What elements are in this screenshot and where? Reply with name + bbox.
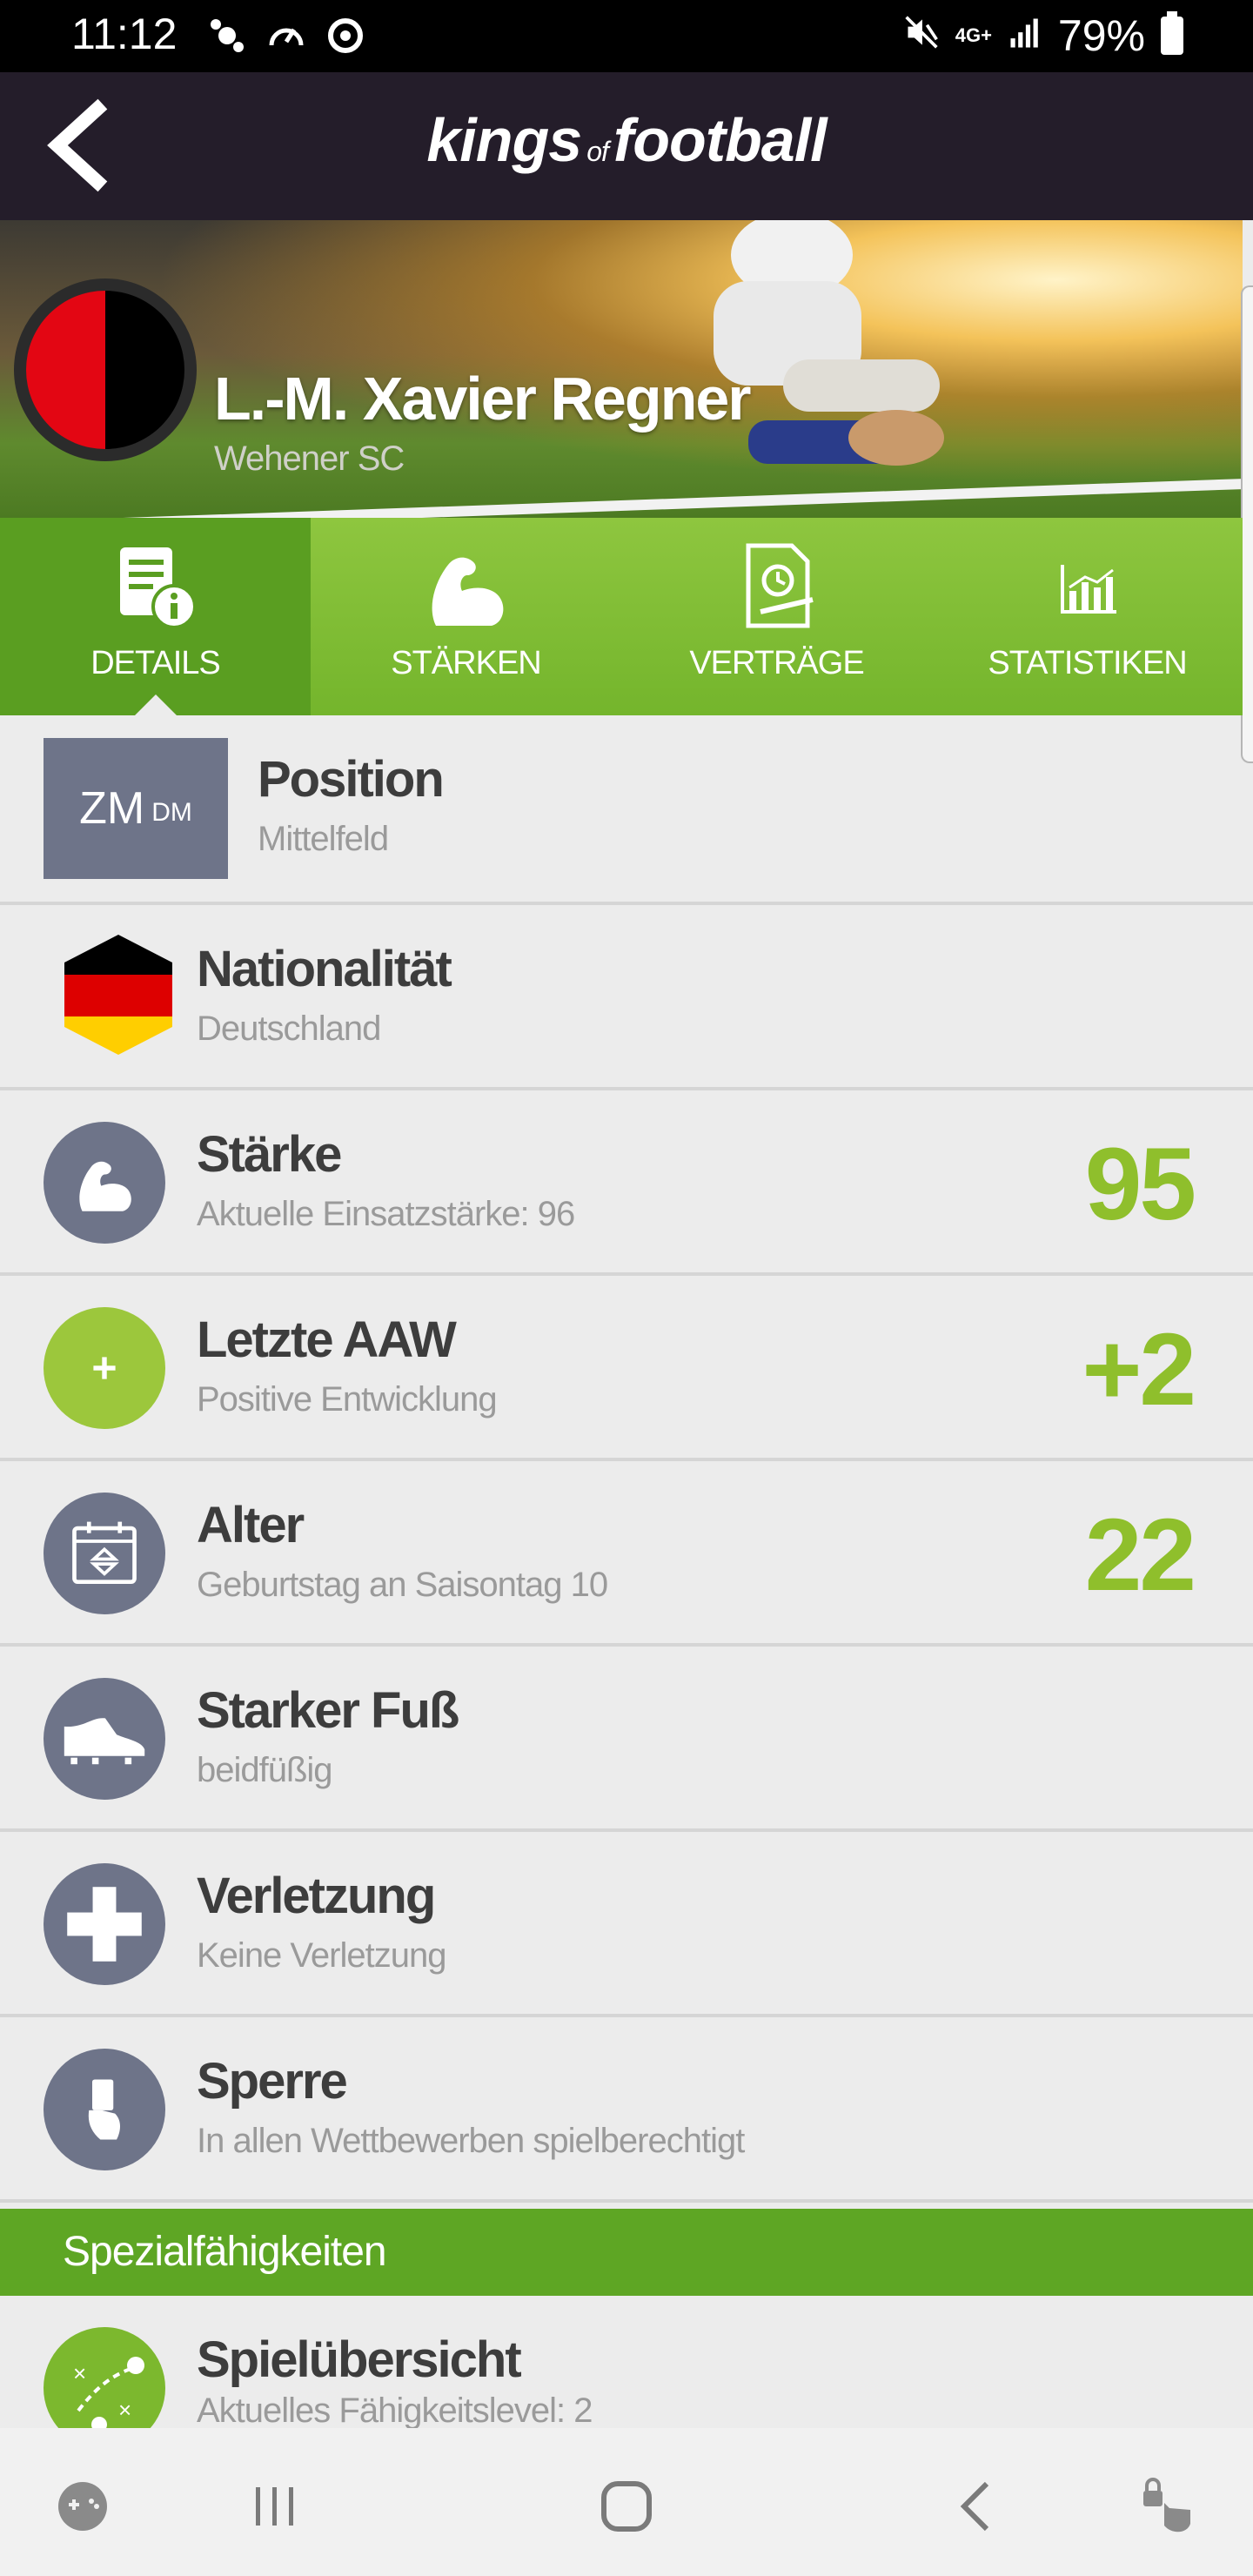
club-badge [14, 278, 197, 461]
nationality-title: Nationalität [197, 941, 452, 997]
last-aaw-subtitle: Positive Entwicklung [197, 1380, 498, 1419]
game-launcher-icon[interactable] [48, 2472, 117, 2541]
logo-kings: kings [426, 106, 582, 174]
age-title: Alter [197, 1497, 305, 1553]
battery-icon [1161, 11, 1183, 55]
suspension-title: Sperre [197, 2053, 348, 2110]
side-drawer-handle[interactable] [1241, 285, 1253, 763]
position-badge: ZM DM [44, 738, 228, 879]
list-item-position[interactable]: ZM DM Position Mittelfeld [0, 715, 1253, 905]
bar-chart-icon [1060, 565, 1116, 614]
list-item-last-aaw[interactable]: Letzte AAW Positive Entwicklung +2 [0, 1276, 1253, 1461]
club-name[interactable]: Wehener SC [214, 439, 405, 479]
list-item-age[interactable]: Alter Geburtstag an Saisontag 10 22 [0, 1461, 1253, 1647]
sync-icon [325, 16, 365, 56]
svg-text:×: × [73, 2360, 86, 2386]
speed-icon [266, 16, 306, 56]
strength-title: Stärke [197, 1126, 342, 1183]
app-logo: kings offootball [0, 105, 1253, 175]
touch-lock-icon[interactable] [1131, 2472, 1201, 2541]
list-item-strength[interactable]: Stärke Aktuelle Einsatzstärke: 96 95 [0, 1090, 1253, 1276]
status-bar: 11:12 4G+ 79% [0, 0, 1253, 72]
special-abilities-heading: Spezialfähigkeiten [0, 2209, 1253, 2296]
german-flag-icon [64, 935, 172, 1055]
football-boot-icon [44, 1678, 165, 1800]
club-color-red [26, 291, 105, 449]
mute-icon [903, 10, 940, 61]
ability-subtitle: Aktuelles Fähigkeitslevel: 2 [197, 2392, 593, 2428]
tab-strengths-label: STÄRKEN [391, 645, 541, 681]
list-item-injury[interactable]: Verletzung Keine Verletzung [0, 1832, 1253, 2017]
logo-football: football [613, 106, 828, 174]
network-label: 4G+ [955, 24, 992, 46]
game-notification-icon [207, 16, 247, 56]
age-subtitle: Geburtstag an Saisontag 10 [197, 1566, 608, 1604]
tab-strengths[interactable]: STÄRKEN [311, 518, 621, 715]
system-navigation-bar [0, 2428, 1253, 2576]
home-icon[interactable] [592, 2472, 661, 2541]
list-item-ability[interactable]: × × Spielübersicht Aktuelles Fähigkeitsl… [0, 2296, 1253, 2428]
signal-icon [1008, 10, 1042, 61]
flexed-arm-icon [44, 1122, 165, 1244]
tab-contracts-label: VERTRÄGE [689, 645, 864, 681]
logo-of: of [586, 136, 609, 167]
tab-statistics-label: STATISTIKEN [988, 645, 1187, 681]
suspension-subtitle: In allen Wettbewerben spielberechtigt [197, 2122, 745, 2160]
nationality-subtitle: Deutschland [197, 1010, 381, 1048]
referee-card-icon [44, 2049, 165, 2170]
medical-cross-icon [44, 1863, 165, 1985]
tab-details-label: DETAILS [90, 645, 221, 681]
contract-icon [746, 543, 814, 628]
injury-subtitle: Keine Verletzung [197, 1936, 446, 1975]
tab-details[interactable]: DETAILS [0, 518, 311, 715]
tab-contracts[interactable]: VERTRÄGE [621, 518, 932, 715]
status-time: 11:12 [71, 10, 178, 58]
details-list: ZM DM Position Mittelfeld Nationalität D… [0, 715, 1253, 2203]
strength-value: 95 [1084, 1127, 1196, 1242]
injury-title: Verletzung [197, 1868, 436, 1924]
profile-tabs: DETAILS STÄRKEN VERTRÄGE STATISTIKEN [0, 518, 1243, 715]
battery-percent: 79% [1057, 11, 1145, 60]
recent-apps-icon[interactable] [240, 2472, 310, 2541]
list-item-strong-foot[interactable]: Starker Fuß beidfüßig [0, 1647, 1253, 1832]
ability-title: Spielübersicht [197, 2331, 522, 2388]
status-right: 4G+ 79% [903, 10, 1183, 61]
tactics-board-icon: × × [44, 2327, 165, 2428]
strength-subtitle: Aktuelle Einsatzstärke: 96 [197, 1195, 575, 1233]
player-name: L.-M. Xavier Regner [214, 365, 752, 433]
app-header: kings offootball [0, 72, 1253, 220]
tab-statistics[interactable]: STATISTIKEN [932, 518, 1243, 715]
position-subtitle: Mittelfeld [258, 820, 389, 858]
calendar-icon [44, 1493, 165, 1614]
list-item-nationality[interactable]: Nationalität Deutschland [0, 905, 1253, 1090]
last-aaw-value: +2 [1082, 1312, 1196, 1427]
strong-foot-subtitle: beidfüßig [197, 1751, 333, 1789]
svg-text:×: × [118, 2397, 131, 2423]
age-value: 22 [1084, 1498, 1196, 1613]
plus-icon [44, 1307, 165, 1429]
position-secondary: DM [151, 798, 192, 827]
position-main: ZM [79, 783, 145, 834]
list-item-suspension[interactable]: Sperre In allen Wettbewerben spielberech… [0, 2017, 1253, 2203]
player-photo [714, 220, 944, 466]
position-title: Position [258, 751, 445, 808]
flexed-arm-icon [432, 557, 503, 626]
club-color-black [105, 291, 184, 449]
last-aaw-title: Letzte AAW [197, 1311, 457, 1368]
status-notification-icons [207, 16, 365, 56]
back-nav-icon[interactable] [941, 2472, 1011, 2541]
details-document-icon [119, 547, 197, 629]
strong-foot-title: Starker Fuß [197, 1682, 459, 1739]
